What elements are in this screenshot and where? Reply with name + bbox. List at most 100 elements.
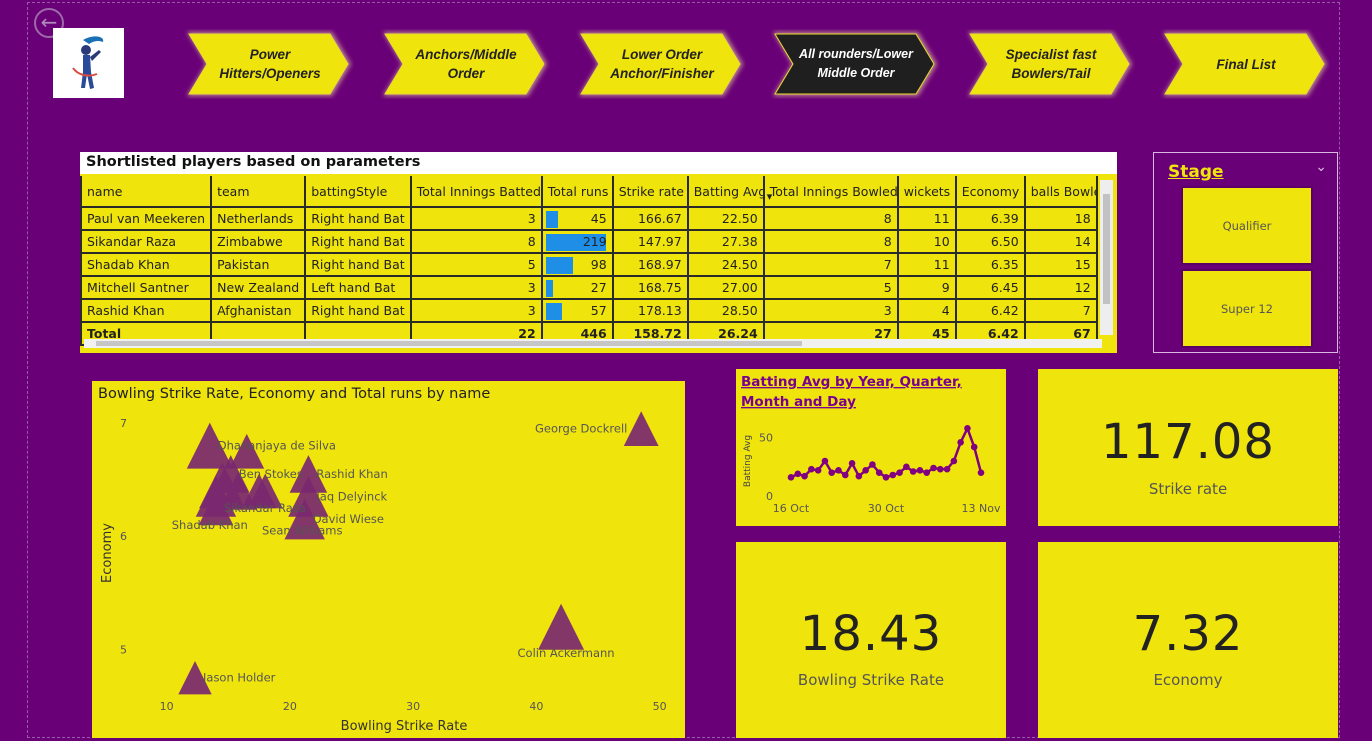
line-point[interactable]	[855, 472, 863, 480]
chart-title-line-2: Month and Day	[741, 394, 856, 410]
table-cell: Pakistan	[210, 252, 307, 277]
table-cell: Left hand Bat	[304, 275, 412, 300]
line-point[interactable]	[889, 471, 897, 479]
x-tick-label: 16 Oct	[773, 502, 810, 515]
line-point[interactable]	[875, 469, 883, 476]
table-cell: New Zealand	[210, 275, 307, 300]
cricket-batsman-logo	[53, 28, 124, 98]
point-label: Sikandar Raza	[224, 501, 306, 515]
column-header[interactable]: Total runs	[540, 176, 614, 208]
line-chart[interactable]: Batting Avg by Year, Quarter, Month and D…	[736, 369, 1006, 526]
nav-tab-label: Lower Order Anchor/Finisher	[610, 47, 714, 81]
chevron-down-icon[interactable]: ⌄	[1315, 159, 1327, 175]
scatter-point[interactable]	[623, 411, 659, 447]
line-point[interactable]	[896, 469, 903, 476]
table-cell: 24.50	[686, 252, 765, 277]
line-point[interactable]	[957, 439, 964, 446]
table-cell: 5	[409, 252, 543, 277]
nav-tab-label: Specialist fast Bowlers/Tail	[1005, 47, 1097, 81]
line-point[interactable]	[950, 457, 958, 465]
line-point[interactable]	[862, 467, 869, 474]
column-header[interactable]: battingStyle	[304, 176, 412, 208]
table-cell: Paul van Meekeren	[79, 206, 213, 231]
line-point[interactable]	[821, 457, 829, 465]
table-cell: 11	[896, 252, 957, 277]
line-point[interactable]	[869, 461, 876, 468]
line-point[interactable]	[828, 469, 836, 476]
scatter-chart[interactable]: Bowling Strike Rate, Economy and Total r…	[92, 381, 685, 738]
point-label: Jaq Delyinck	[315, 490, 387, 504]
nav-tab-6[interactable]: Final List	[1160, 29, 1330, 99]
table-cell: 6.45	[954, 275, 1026, 300]
table-cell: Right hand Bat	[304, 229, 412, 254]
total-runs-cell: 219	[540, 229, 614, 254]
slicer-option-qualifier[interactable]: Qualifier	[1181, 186, 1313, 265]
nav-tab-1[interactable]: Power Hitters/Openers	[184, 29, 354, 99]
line-point[interactable]	[814, 467, 822, 474]
line-point[interactable]	[930, 464, 937, 472]
line-point[interactable]	[977, 469, 985, 476]
table-row[interactable]: Mitchell Santner New Zealand Left hand Bat…	[79, 275, 1098, 300]
players-table: name team battingStyle Total Innings Batted…	[79, 176, 1098, 346]
line-point[interactable]	[835, 467, 842, 474]
nav-tab-4[interactable]: All rounders/Lower Middle Order	[770, 29, 940, 99]
point-label: Shadab Khan	[172, 518, 248, 532]
table-cell: 8	[762, 206, 899, 231]
kpi-bowling-strike-rate-value: 18.43	[799, 606, 943, 662]
point-label: Dhananjaya de Silva	[218, 439, 336, 453]
column-header[interactable]: Economy	[954, 176, 1026, 208]
line-point[interactable]	[964, 425, 971, 432]
table-vertical-scrollbar[interactable]	[1100, 180, 1113, 335]
line-point[interactable]	[923, 469, 931, 476]
table-cell: 9	[896, 275, 957, 300]
line-point[interactable]	[808, 465, 815, 473]
table-cell: Rashid Khan	[79, 298, 213, 323]
table-row[interactable]: Sikandar Raza Zimbabwe Right hand Bat 8 219 1…	[79, 229, 1098, 254]
column-header[interactable]: Strike rate	[611, 176, 689, 208]
table-cell: 12	[1023, 275, 1098, 300]
nav-tab-label: Final List	[1216, 56, 1276, 72]
column-header[interactable]: balls Bowled	[1023, 176, 1098, 208]
kpi-strike-rate-card: 117.08 Strike rate	[1038, 369, 1338, 526]
y-tick-label: 7	[120, 417, 127, 430]
column-header[interactable]: Total Innings Batted	[409, 176, 543, 208]
y-axis-label: Economy	[100, 523, 115, 583]
line-point[interactable]	[903, 463, 910, 471]
line-point[interactable]	[943, 465, 951, 473]
table-cell: 28.50	[686, 298, 765, 323]
column-header[interactable]: team	[210, 176, 307, 208]
scatter-point[interactable]	[538, 603, 585, 650]
line-point[interactable]	[848, 460, 856, 467]
x-tick-label: 30 Oct	[868, 502, 905, 515]
line-point[interactable]	[882, 474, 890, 481]
nav-tab-2[interactable]: Anchors/Middle Order	[380, 29, 550, 99]
line-point[interactable]	[787, 474, 795, 481]
line-point[interactable]	[916, 467, 924, 474]
table-cell: 15	[1023, 252, 1098, 277]
column-header[interactable]: wickets	[896, 176, 957, 208]
table-cell: 5	[762, 275, 899, 300]
kpi-bowling-strike-rate-label: Bowling Strike Rate	[797, 671, 945, 689]
table-cell: 27.38	[686, 229, 765, 254]
nav-tab-5[interactable]: Specialist fast Bowlers/Tail	[965, 29, 1135, 99]
table-cell: 168.97	[611, 252, 689, 277]
line-point[interactable]	[841, 471, 849, 479]
line-point[interactable]	[936, 465, 944, 473]
table-row[interactable]: Rashid Khan Afghanistan Right hand Bat 3 57 1…	[79, 298, 1098, 323]
table-horizontal-scrollbar[interactable]	[84, 339, 1102, 348]
table-row[interactable]: Shadab Khan Pakistan Right hand Bat 5 98 168.…	[79, 252, 1098, 277]
column-header[interactable]: Batting Avg	[686, 176, 765, 208]
table-row[interactable]: Paul van Meekeren Netherlands Right hand B…	[79, 206, 1098, 231]
line-point[interactable]	[794, 470, 802, 478]
column-header[interactable]: name	[79, 176, 213, 208]
column-header[interactable]: Total Innings Bowled ▾	[762, 176, 899, 208]
line-point[interactable]	[970, 443, 978, 451]
line-point[interactable]	[801, 472, 808, 480]
nav-tab-3[interactable]: Lower Order Anchor/Finisher	[576, 29, 746, 99]
table-title: Shortlisted players based on parameters	[80, 152, 1117, 174]
kpi-economy-card: 7.32 Economy	[1038, 542, 1338, 738]
slicer-option-super-12[interactable]: Super 12	[1181, 269, 1313, 348]
line-point[interactable]	[909, 468, 917, 475]
table-cell: 10	[896, 229, 957, 254]
cell-value: 57	[590, 303, 607, 318]
